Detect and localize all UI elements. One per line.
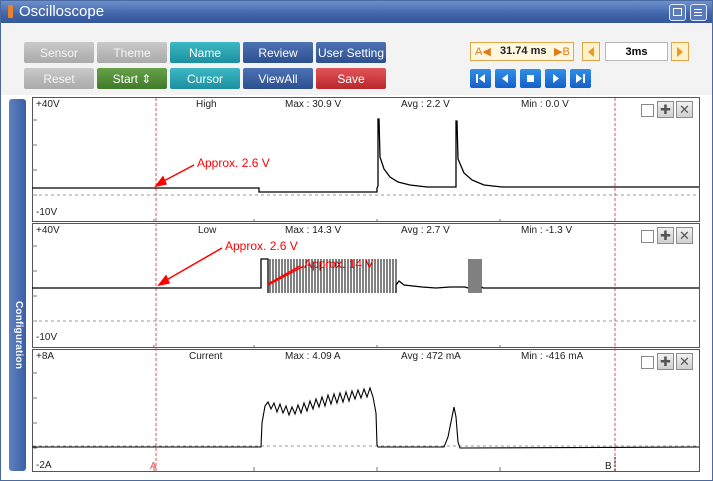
channel-1-close-icon[interactable]: ✕	[676, 101, 693, 118]
channel-2-avg: Avg : 2.7 V	[401, 225, 450, 236]
channel-3-frame	[32, 349, 700, 472]
app-icon	[8, 5, 13, 18]
menu-window-icon[interactable]	[690, 4, 707, 21]
timebase-increase-icon[interactable]	[671, 42, 689, 61]
cursor-a-marker: A	[150, 461, 157, 472]
cursor-b-label: ▶B	[554, 46, 570, 58]
channel-1-avg: Avg : 2.2 V	[401, 99, 450, 110]
timebase-decrease-icon[interactable]	[582, 42, 600, 61]
channel-2-top-scale: +40V	[36, 225, 60, 236]
first-icon[interactable]	[470, 69, 491, 88]
stop-icon[interactable]	[520, 69, 541, 88]
cursor-a-label: A◀	[475, 46, 491, 58]
cursor-button[interactable]: Cursor	[170, 68, 240, 89]
viewall-button[interactable]: ViewAll	[243, 68, 313, 89]
reset-button[interactable]: Reset	[24, 68, 94, 89]
channel-2-min: Min : -1.3 V	[521, 225, 572, 236]
channel-1-min: Min : 0.0 V	[521, 99, 569, 110]
cursor-time-value: 31.74 ms	[500, 45, 547, 57]
cursor-time-readout: A◀ 31.74 ms ▶B	[470, 42, 574, 61]
channel-2-trace	[32, 258, 269, 293]
channel-3-close-icon[interactable]: ✕	[676, 353, 693, 370]
scope-traces: +40V -10V +40V -10V +8A -2A High Max : 3…	[32, 97, 700, 472]
channel-3-min: Min : -416 mA	[521, 351, 584, 362]
plot-area: +40V -10V +40V -10V +8A -2A High Max : 3…	[32, 97, 700, 473]
timebase-value[interactable]: 3ms	[605, 42, 668, 61]
theme-button[interactable]: Theme	[97, 42, 167, 63]
configuration-label: Configuration	[13, 301, 24, 370]
cursor-b-marker: B	[605, 461, 612, 472]
channel-2-max: Max : 14.3 V	[285, 225, 341, 236]
annotation-high-2-6v: Approx. 2.6 V	[197, 156, 270, 170]
prev-icon[interactable]	[495, 69, 516, 88]
annotation-low-14v: Approx. 14 V	[304, 257, 373, 271]
channel-3-top-scale: +8A	[36, 351, 54, 362]
channel-1-checkbox[interactable]	[641, 104, 654, 117]
restore-window-icon[interactable]	[669, 4, 686, 21]
channel-2-close-icon[interactable]: ✕	[676, 227, 693, 244]
channel-1-max: Max : 30.9 V	[285, 99, 341, 110]
configuration-tab[interactable]	[9, 99, 26, 471]
channel-3-bottom-scale: -2A	[36, 460, 52, 471]
toolbar: Sensor Theme Name Review User Setting Re…	[1, 23, 712, 95]
window-title: Oscilloscope	[19, 3, 105, 20]
channel-1-expand-icon[interactable]: ✚	[657, 101, 674, 118]
channel-1-trace	[32, 118, 699, 193]
channel-2-bottom-scale: -10V	[36, 332, 57, 343]
start-button[interactable]: Start ⇕	[97, 68, 167, 89]
sensor-button[interactable]: Sensor	[24, 42, 94, 63]
save-button[interactable]: Save	[316, 68, 386, 89]
channel-1-frame	[32, 97, 700, 222]
channel-1-top-scale: +40V	[36, 99, 60, 110]
channel-3-max: Max : 4.09 A	[285, 351, 341, 362]
channel-2-pulse-train	[269, 259, 482, 293]
title-bar: Oscilloscope	[1, 1, 712, 23]
name-button[interactable]: Name	[170, 42, 240, 63]
channel-1-name: High	[196, 99, 217, 110]
review-button[interactable]: Review	[243, 42, 313, 63]
oscilloscope-window: Oscilloscope Sensor Theme Name Review Us…	[0, 0, 713, 481]
next-icon[interactable]	[545, 69, 566, 88]
channel-2-expand-icon[interactable]: ✚	[657, 227, 674, 244]
channel-1-bottom-scale: -10V	[36, 207, 57, 218]
channel-3-name: Current	[189, 351, 223, 362]
channel-3-expand-icon[interactable]: ✚	[657, 353, 674, 370]
channel-3-avg: Avg : 472 mA	[401, 351, 461, 362]
annotation-low-2-6v: Approx. 2.6 V	[225, 239, 298, 253]
channel-2-name: Low	[198, 225, 217, 236]
channel-3-trace	[32, 386, 700, 449]
channel-2-checkbox[interactable]	[641, 230, 654, 243]
last-icon[interactable]	[570, 69, 591, 88]
channel-3-checkbox[interactable]	[641, 356, 654, 369]
user-setting-button[interactable]: User Setting	[316, 42, 386, 63]
